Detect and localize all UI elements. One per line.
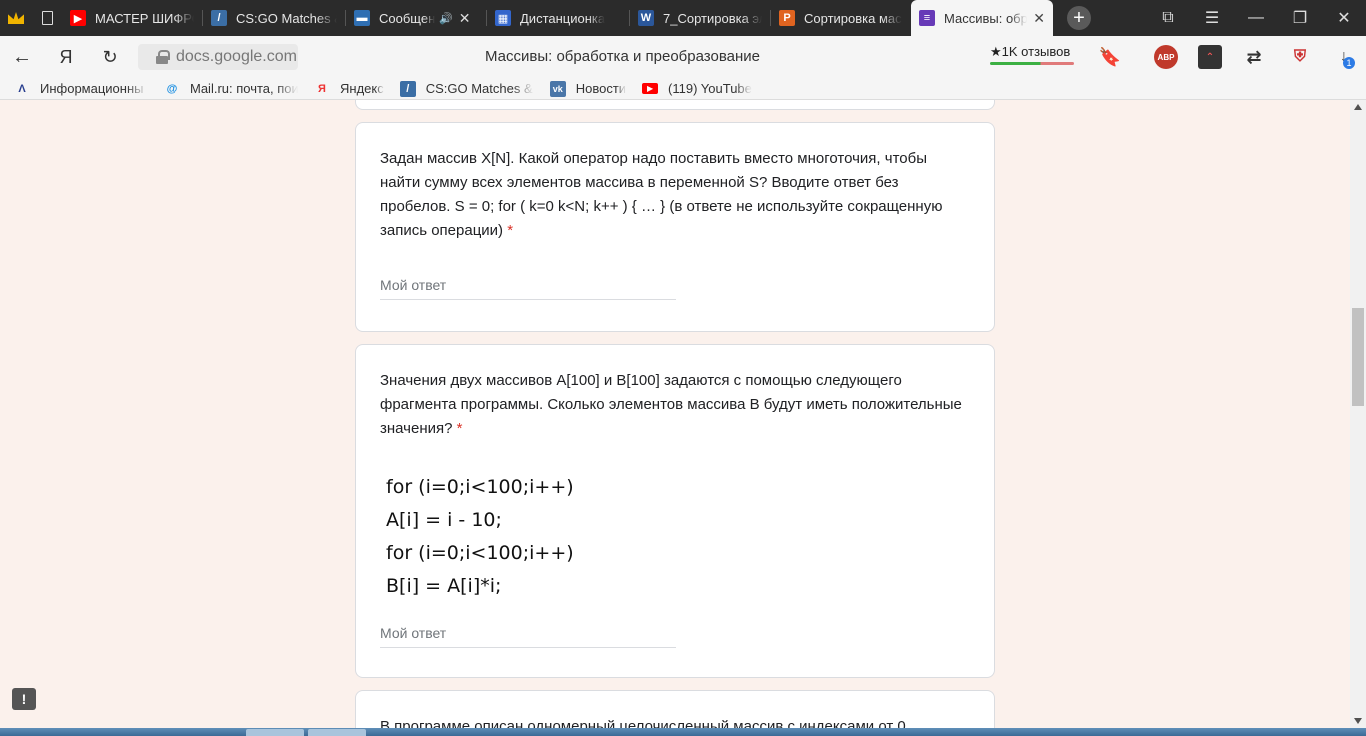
back-icon[interactable]: ← [0, 46, 44, 69]
youtube-icon: ▶ [70, 10, 86, 26]
answer-input[interactable]: Мой ответ [380, 625, 676, 648]
bookmark-icon[interactable]: 🔖 [1098, 45, 1122, 69]
tab-messages[interactable]: ▬ Сообщения 🔊 ✕ [346, 0, 486, 36]
question-card-previous [355, 100, 995, 110]
tab-distance[interactable]: ▦ Дистанционка [487, 0, 629, 36]
bookmark-mailru[interactable]: @ Mail.ru: почта, пои [164, 81, 298, 97]
csgo-icon: / [211, 10, 227, 26]
mail-icon: @ [166, 82, 178, 95]
chat-icon: ▬ [354, 10, 370, 26]
lock-icon [156, 50, 170, 64]
page-scrollbar[interactable] [1350, 100, 1366, 728]
menu-icon[interactable]: ☰ [1190, 8, 1234, 28]
new-tab-button[interactable]: + [1067, 6, 1091, 30]
question-text: Задан массив X[N]. Какой оператор надо п… [380, 150, 943, 239]
browser-menu-icon[interactable] [0, 0, 32, 36]
code-line: B[i] = A[i]*i; [386, 575, 502, 597]
taskbar-item[interactable] [308, 729, 366, 736]
tab-strip: ▶ МАСТЕР ШИФРО / CS:GO Matches & ▬ Сообщ… [0, 0, 1366, 36]
question-text: Значения двух массивов A[100] и B[100] з… [380, 372, 962, 437]
download-count-badge: 1 [1343, 57, 1355, 69]
document-icon[interactable] [32, 0, 62, 36]
scroll-thumb[interactable] [1352, 308, 1364, 406]
yandex-icon[interactable]: Я [44, 47, 88, 68]
bookmark-youtube[interactable]: ▶ (119) YouTube [642, 81, 752, 96]
translate-icon[interactable]: ⇄ [1242, 45, 1266, 69]
taskbar [0, 728, 1366, 736]
bookmarks-bar: Λ Информационны @ Mail.ru: почта, пои Я … [0, 78, 1366, 100]
address-bar: ← Я ↻ docs.google.com Массивы: обработка… [0, 36, 1366, 78]
code-line: A[i] = i - 10; [386, 509, 502, 531]
minimize-icon[interactable]: — [1234, 9, 1278, 27]
question-card-arrays: Значения двух массивов A[100] и B[100] з… [355, 344, 995, 678]
forms-icon: ≡ [919, 10, 935, 26]
tab-youtube[interactable]: ▶ МАСТЕР ШИФРО [62, 0, 202, 36]
trello-icon: ▦ [495, 10, 511, 26]
bookmark-info[interactable]: Λ Информационны [0, 81, 148, 97]
question-card-sum: Задан массив X[N]. Какой оператор надо п… [355, 122, 995, 332]
form-content: Задан массив X[N]. Какой оператор надо п… [0, 100, 1350, 728]
word-icon: W [638, 10, 654, 26]
tab-forms-active[interactable]: ≡ Массивы: обр ✕ [911, 0, 1053, 36]
extension-icon[interactable]: ⌃ [1198, 45, 1222, 69]
answer-input[interactable]: Мой ответ [380, 277, 676, 300]
url-field[interactable]: docs.google.com [138, 44, 298, 70]
scroll-down-icon[interactable] [1354, 718, 1362, 724]
code-line: for (i=0;i<100;i++) [386, 542, 574, 564]
reload-icon[interactable]: ↻ [88, 47, 132, 68]
p-icon: P [779, 10, 795, 26]
question-card-next: В программе описан одномерный целочислен… [355, 690, 995, 728]
report-problem-icon[interactable]: ! [12, 688, 36, 710]
vk-icon: vk [549, 80, 566, 97]
close-window-icon[interactable]: ✕ [1322, 8, 1366, 28]
speaker-icon[interactable]: 🔊 [439, 12, 453, 25]
adblock-icon[interactable]: ABP [1154, 45, 1178, 69]
csgo-icon: / [399, 80, 416, 97]
question-text: В программе описан одномерный целочислен… [380, 718, 906, 728]
code-line: for (i=0;i<100;i++) [386, 476, 574, 498]
page-title: Массивы: обработка и преобразование [485, 48, 760, 65]
code-image: for (i=0;i<100;i++) A[i] = i - 10; for (… [386, 471, 970, 603]
bookmark-yandex[interactable]: Я Яндекс [314, 81, 384, 97]
window-controls: ⧉ ☰ — ❐ ✕ [1146, 0, 1366, 36]
security-icon[interactable]: ⛨ [1288, 45, 1312, 69]
scroll-up-icon[interactable] [1354, 104, 1362, 110]
close-icon[interactable]: ✕ [1033, 10, 1045, 27]
tab-sorting[interactable]: P Сортировка мас [771, 0, 911, 36]
restore-icon[interactable]: ❐ [1278, 8, 1322, 28]
yandex-icon: Я [318, 82, 326, 95]
required-asterisk: * [507, 222, 514, 239]
taskbar-item[interactable] [246, 729, 304, 736]
close-icon[interactable]: ✕ [459, 10, 471, 27]
tabs-list-icon[interactable]: ⧉ [1146, 9, 1190, 27]
bookmark-news[interactable]: vk Новости [549, 80, 626, 97]
info-icon: Λ [18, 82, 26, 95]
bookmark-csgo[interactable]: / CS:GO Matches & [399, 80, 534, 97]
tab-word[interactable]: W 7_Сортировка эл [630, 0, 770, 36]
required-asterisk: * [456, 420, 463, 437]
youtube-icon: ▶ [642, 83, 659, 94]
reviews-badge[interactable]: ★1K отзывов [990, 44, 1074, 65]
tab-csgo[interactable]: / CS:GO Matches & [203, 0, 345, 36]
